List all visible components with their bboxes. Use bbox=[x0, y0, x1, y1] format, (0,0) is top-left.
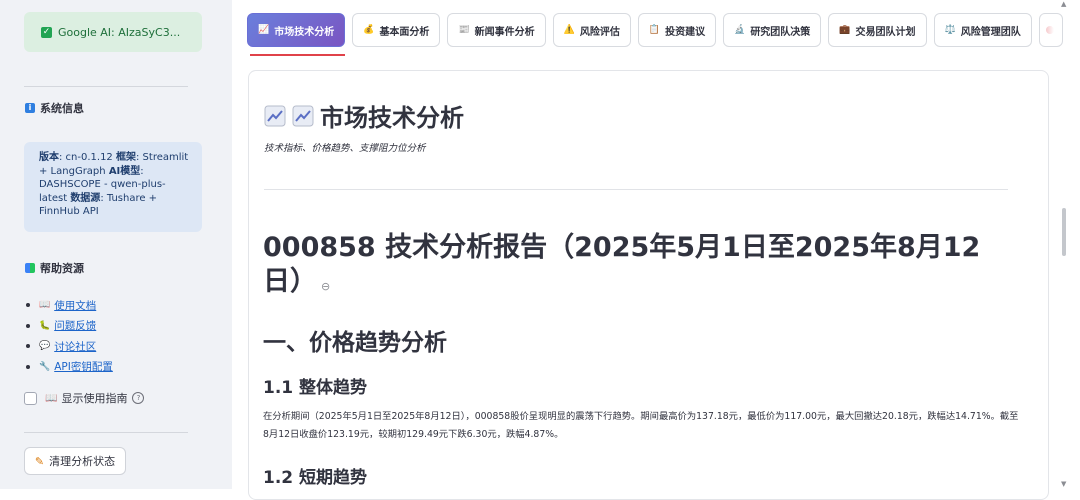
tab-risk-assessment[interactable]: ⚠️ 风险评估 bbox=[552, 13, 631, 47]
bullet bbox=[26, 364, 30, 369]
book-icon: 📖 bbox=[45, 392, 58, 404]
tab-label: 投资建议 bbox=[665, 26, 706, 38]
datasource-label: 数据源 bbox=[70, 192, 101, 204]
subsection-heading: 1.2 短期趋势 bbox=[263, 468, 368, 488]
scrollbar-thumb[interactable] bbox=[1062, 208, 1066, 256]
clear-button-label: 清理分析状态 bbox=[49, 455, 116, 468]
api-status-text: Google AI: AIzaSyC3... bbox=[58, 25, 181, 39]
tab-label: 基本面分析 bbox=[379, 26, 430, 38]
help-links: 📖 使用文档 🐛 问题反馈 💬 讨论社区 🔧 API密钥配置 bbox=[24, 295, 113, 377]
tab-label: 交易团队计划 bbox=[855, 26, 916, 38]
speech-bubble-icon: 💬 bbox=[39, 341, 51, 352]
anchor-link-icon[interactable]: ⊖ bbox=[321, 280, 330, 293]
help-link-label[interactable]: 问题反馈 bbox=[54, 318, 96, 333]
bullet bbox=[26, 344, 30, 349]
balance-scale-icon: ⚖️ bbox=[944, 25, 956, 35]
guide-label: 显示使用指南 bbox=[61, 392, 128, 405]
chart-icon: 📈 bbox=[258, 25, 270, 35]
sidebar: ✓ Google AI: AIzaSyC3... i 系统信息 版本: cn-0… bbox=[0, 0, 232, 489]
version-value: : cn-0.1.12 bbox=[59, 152, 113, 163]
help-link-feedback[interactable]: 🐛 问题反馈 bbox=[24, 316, 113, 337]
book-icon: 📖 bbox=[39, 300, 51, 311]
tab-investment-advice[interactable]: 📋 投资建议 bbox=[637, 13, 717, 47]
framework-label: 框架 bbox=[116, 152, 136, 163]
help-link-community[interactable]: 💬 讨论社区 bbox=[24, 336, 113, 357]
tab-market-technical[interactable]: 📈 市场技术分析 bbox=[247, 13, 346, 47]
divider bbox=[264, 189, 1008, 190]
tab-research-decision[interactable]: 🔬 研究团队决策 bbox=[723, 13, 822, 47]
chart-icon bbox=[264, 105, 286, 126]
warning-icon: ⚠️ bbox=[563, 25, 575, 35]
checkbox[interactable] bbox=[24, 391, 37, 405]
show-guide-checkbox[interactable]: 📖 显示使用指南 ? bbox=[24, 390, 145, 406]
info-icon: i bbox=[25, 103, 35, 113]
bug-icon: 🐛 bbox=[39, 320, 51, 331]
chart-icon bbox=[292, 105, 314, 126]
help-tooltip-icon[interactable]: ? bbox=[132, 392, 145, 404]
tab-fundamental[interactable]: 💰 基本面分析 bbox=[352, 13, 441, 47]
divider bbox=[24, 86, 188, 87]
tab-news[interactable]: 📰 新闻事件分析 bbox=[447, 13, 546, 47]
help-title: 帮助资源 bbox=[40, 262, 84, 275]
tab-trading-plan[interactable]: 💼 交易团队计划 bbox=[828, 13, 927, 47]
system-info-heading: i 系统信息 bbox=[25, 100, 84, 116]
section-heading: 一、价格趋势分析 bbox=[263, 330, 447, 356]
microscope-icon: 🔬 bbox=[734, 25, 746, 35]
active-tab-indicator bbox=[250, 54, 345, 56]
briefcase-icon: 💼 bbox=[839, 25, 851, 35]
newspaper-icon: 📰 bbox=[458, 25, 470, 35]
help-heading: 帮助资源 bbox=[25, 260, 84, 276]
report-card: 市场技术分析 技术指标、价格趋势、支撑阻力位分析 000858 技术分析报告（2… bbox=[248, 70, 1049, 500]
model-label: AI模型 bbox=[108, 165, 141, 177]
report-heading-text: 000858 技术分析报告（2025年5月1日至2025年8月12日） bbox=[263, 232, 981, 297]
system-info-box: 版本: cn-0.1.12 框架: Streamlit + LangGraph … bbox=[24, 142, 202, 232]
scroll-up-arrow[interactable]: ▲ bbox=[1061, 0, 1066, 8]
title-text: 市场技术分析 bbox=[320, 104, 464, 132]
subsection-heading: 1.1 整体趋势 bbox=[263, 378, 368, 398]
tab-label: 风险评估 bbox=[579, 26, 620, 38]
help-link-label[interactable]: 使用文档 bbox=[54, 298, 96, 313]
report-tabs: 📈 市场技术分析 💰 基本面分析 📰 新闻事件分析 ⚠️ 风险评估 📋 投资建议… bbox=[247, 13, 1063, 47]
divider bbox=[24, 432, 188, 433]
money-bag-icon: 💰 bbox=[363, 25, 375, 35]
help-link-docs[interactable]: 📖 使用文档 bbox=[24, 295, 113, 316]
scroll-down-arrow[interactable]: ▼ bbox=[1061, 480, 1066, 488]
tab-label: 研究团队决策 bbox=[750, 26, 811, 38]
check-icon: ✓ bbox=[41, 26, 52, 38]
tab-risk-management[interactable]: ⚖️ 风险管理团队 bbox=[933, 13, 1032, 47]
system-info-title: 系统信息 bbox=[40, 102, 84, 115]
help-link-label[interactable]: API密钥配置 bbox=[54, 359, 113, 374]
tab-overflow-fade bbox=[1040, 14, 1054, 46]
help-link-label[interactable]: 讨论社区 bbox=[54, 339, 96, 354]
clipboard-icon: 📋 bbox=[648, 25, 661, 35]
pencil-icon: ✎ bbox=[34, 454, 45, 468]
tab-label: 市场技术分析 bbox=[274, 26, 335, 38]
report-heading: 000858 技术分析报告（2025年5月1日至2025年8月12日） ⊖ bbox=[263, 231, 1003, 304]
bullet bbox=[26, 303, 30, 308]
tab-label: 风险管理团队 bbox=[960, 26, 1021, 38]
help-link-api-config[interactable]: 🔧 API密钥配置 bbox=[24, 357, 113, 378]
paragraph: 在分析期间（2025年5月1日至2025年8月12日），000858股价呈现明显… bbox=[263, 411, 1019, 440]
api-status-badge: ✓ Google AI: AIzaSyC3... bbox=[24, 12, 202, 52]
wrench-icon: 🔧 bbox=[39, 361, 51, 372]
page-subtitle: 技术指标、价格趋势、支撑阻力位分析 bbox=[264, 143, 426, 154]
bullet bbox=[26, 323, 30, 328]
page-title: 市场技术分析 bbox=[264, 98, 464, 133]
version-label: 版本 bbox=[39, 152, 59, 163]
clear-analysis-button[interactable]: ✎ 清理分析状态 bbox=[24, 447, 126, 475]
tab-label: 新闻事件分析 bbox=[474, 26, 535, 38]
books-icon bbox=[25, 263, 35, 273]
